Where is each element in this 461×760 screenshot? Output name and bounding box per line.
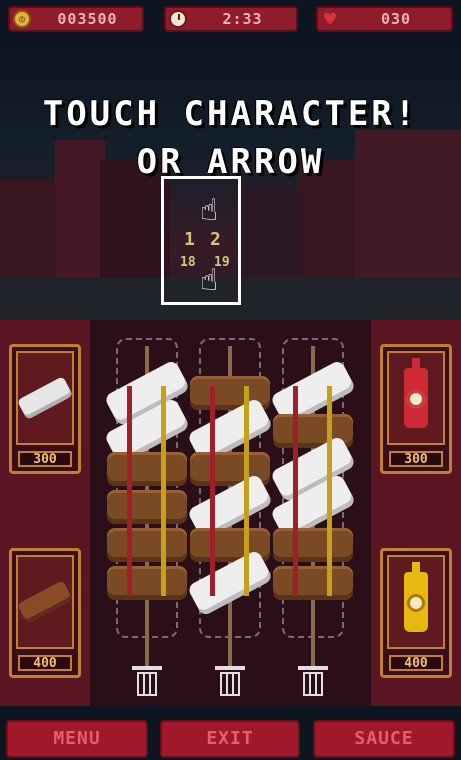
play-area: 300 400 300 400 [0,320,461,706]
lives-value: 030 [380,10,412,28]
sausage-piece[interactable] [107,566,187,600]
ketchup-sauce-line [127,386,132,596]
tutorial-title-line1: TOUCH CHARACTER! [42,94,419,134]
ketchup-sauce-line [210,386,215,596]
shop-card-bun[interactable]: 300 [9,344,81,474]
lives-counter: ♥ 030 [316,6,453,32]
menu-button[interactable]: MENU [6,720,148,758]
ketchup-sauce-line [293,386,298,596]
pointing-hand-icon: ☝ [200,263,219,298]
exit-button[interactable]: EXIT [160,720,300,758]
sausage-icon [16,580,74,624]
shop-price: 300 [18,451,72,467]
coin-icon: ◎ [11,8,33,30]
timer-value: 2:33 [222,10,263,28]
sauce-button[interactable]: SAUCE [313,720,455,758]
coins-counter: ◎ 003500 [8,6,144,32]
heart-icon: ♥ [323,7,337,31]
shop-card-ketchup[interactable]: 300 [380,344,452,474]
sausage-piece[interactable] [107,452,187,486]
sausage-piece[interactable] [107,528,187,562]
mustard-bottle-icon [404,562,428,632]
tutorial-highlight-box[interactable]: 1 2 18 19 ☝ ☝ [161,176,241,305]
timer-display: 2:33 [164,6,298,32]
mustard-sauce-line [327,386,332,596]
hint-number: 2 [210,229,221,250]
mustard-sauce-line [161,386,166,596]
shop-price: 300 [389,451,443,467]
sausage-piece[interactable] [107,490,187,524]
sausage-piece[interactable] [273,566,353,600]
hint-number: 18 [180,255,196,270]
hint-number: 1 [184,229,195,250]
clock-icon [167,8,189,30]
sausage-piece[interactable] [273,528,353,562]
shop-price: 400 [18,655,72,671]
coins-value: 003500 [57,10,118,28]
trash-bin-icon[interactable] [215,666,245,698]
ketchup-bottle-icon [404,358,428,428]
trash-bin-icon[interactable] [132,666,162,698]
mustard-sauce-line [244,386,249,596]
shop-card-mustard[interactable]: 400 [380,548,452,678]
shop-price: 400 [389,655,443,671]
bun-icon [16,376,74,420]
pointing-hand-icon: ☝ [200,193,219,228]
shop-card-sausage[interactable]: 400 [9,548,81,678]
trash-bin-icon[interactable] [298,666,328,698]
